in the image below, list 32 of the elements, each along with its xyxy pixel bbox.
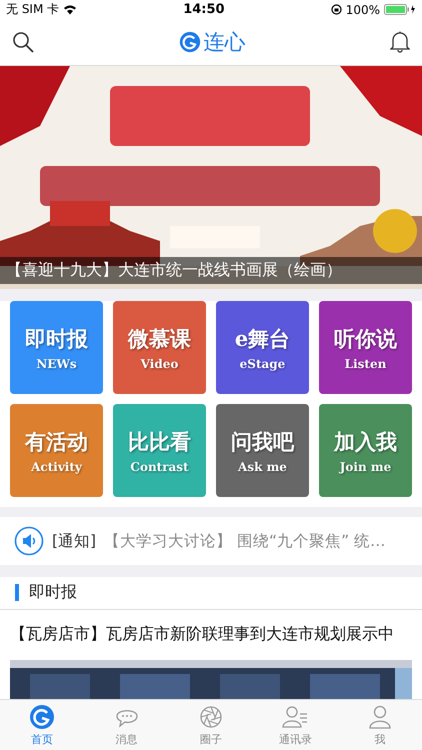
notice-tag: [通知] [52,530,96,552]
person-icon [366,704,393,730]
battery-percentage: 100% [346,2,380,17]
menu-tile[interactable]: 微慕课 Video [113,301,206,394]
aperture-icon [198,704,224,730]
carrier-label: 无 SIM 卡 [6,1,60,18]
banner-caption[interactable]: 【喜迎十九大】大连市统一战线书画展（绘画） [0,257,422,284]
menu-tile[interactable]: 比比看 Contrast [113,404,206,498]
speaker-icon [14,526,44,556]
tab-bar-item[interactable]: 圈子 [168,700,254,750]
rotation-lock-icon [330,4,342,16]
tab-bar-item[interactable]: 通讯录 [253,700,338,750]
menu-tile[interactable]: 加入我 Join me [319,404,412,498]
logo-icon [178,31,200,54]
battery-icon [384,4,416,16]
tab-bar-item[interactable]: 首页 [0,700,84,750]
wifi-icon [63,4,78,16]
menu-tile[interactable]: 即时报 NEWs [10,301,103,394]
tab-bar-item[interactable]: 我 [338,700,422,750]
section-title: 即时报 [29,582,77,604]
menu-tile[interactable]: 问我吧 Ask me [216,404,309,498]
app-title: 连心 [204,29,246,56]
bell-icon[interactable] [390,31,410,54]
menu-tile[interactable]: 听你说 Listen [319,301,412,394]
clock-time: 14:50 [183,2,225,18]
search-icon[interactable] [12,31,34,54]
tab-bar-item[interactable]: 消息 [84,700,169,750]
home-icon [29,704,56,730]
menu-tile[interactable]: 有活动 Activity [10,404,103,498]
menu-tile[interactable]: e舞台 eStage [216,301,309,394]
notice-text[interactable]: 【大学习大讨论】 围绕“九个聚焦” 统… [104,530,386,552]
contacts-icon [282,704,308,730]
